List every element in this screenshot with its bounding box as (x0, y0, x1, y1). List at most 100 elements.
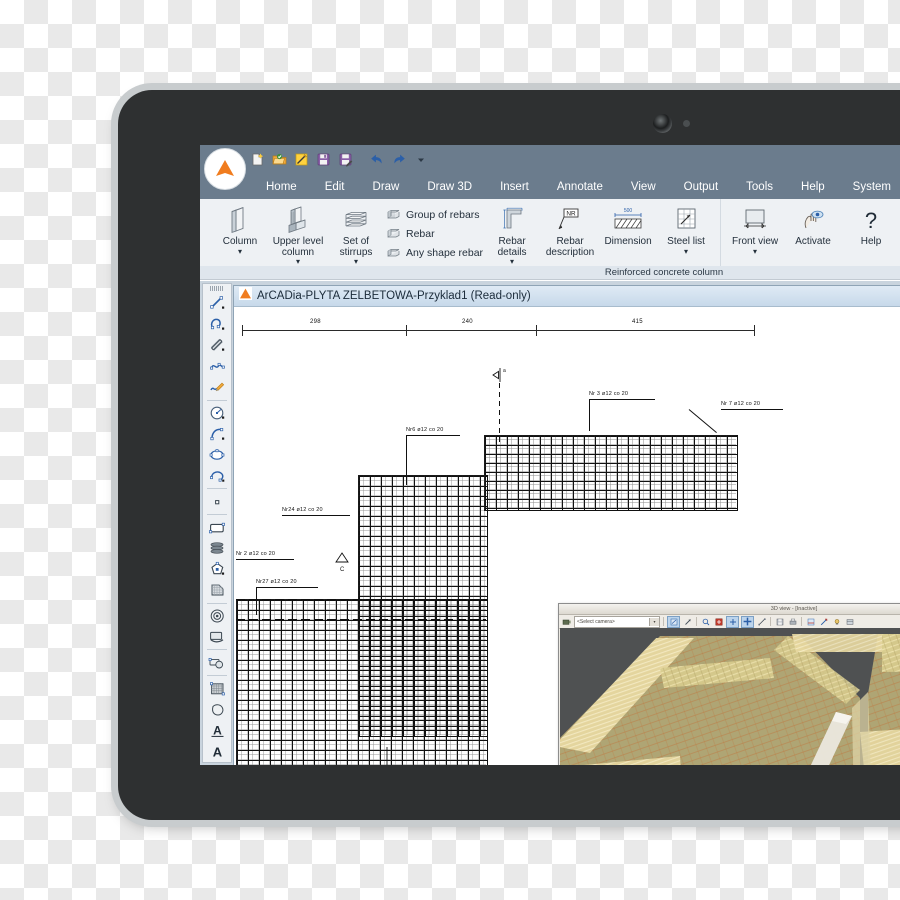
front-view-icon (741, 205, 769, 235)
multiline-text-tool-icon[interactable]: A (206, 720, 228, 741)
arc-tool-icon[interactable] (206, 423, 228, 444)
upper-level-column-button[interactable]: Upper level column ▾ (269, 203, 327, 267)
rebar-description-button[interactable]: NR Rebar description (541, 203, 599, 260)
wipeout-tool-icon[interactable] (206, 652, 228, 673)
steel-list-icon (673, 205, 699, 235)
front-view-button[interactable]: Front view ▾ (726, 203, 784, 257)
orbit-icon[interactable] (667, 615, 680, 628)
steel-list-button[interactable]: Steel list ▾ (657, 203, 715, 257)
save-icon[interactable] (314, 150, 333, 169)
column-button[interactable]: Column ▾ (211, 203, 269, 257)
tab-view[interactable]: View (617, 175, 670, 199)
toolbar-separator (770, 617, 771, 626)
save-as-icon[interactable] (336, 150, 355, 169)
toolbar-divider (207, 649, 227, 651)
wireframe-icon[interactable] (818, 617, 829, 627)
chevron-down-icon[interactable]: ▾ (354, 258, 358, 266)
any-shape-rebar-button[interactable]: Any shape rebar (385, 244, 483, 261)
set-of-stirrups-button[interactable]: Set of stirrups ▾ (327, 203, 385, 267)
dimension-label: Dimension (604, 236, 652, 247)
tab-system[interactable]: System (839, 175, 900, 199)
multiline-tool-icon[interactable] (206, 538, 228, 559)
spline-tool-icon[interactable] (206, 356, 228, 377)
rebar-description-label: Rebar description (545, 236, 595, 258)
tab-tools[interactable]: Tools (732, 175, 787, 199)
single-text-tool-icon[interactable]: A (206, 741, 228, 762)
toolbar-separator (696, 617, 697, 626)
chevron-down-icon[interactable]: ▾ (510, 258, 514, 266)
customize-qat-icon[interactable] (411, 150, 430, 169)
rebar-icon (385, 226, 402, 241)
tab-help[interactable]: Help (787, 175, 839, 199)
region-tool-icon[interactable] (206, 580, 228, 601)
application-menu-button[interactable] (204, 148, 246, 190)
chevron-down-icon[interactable]: ▾ (753, 247, 757, 255)
ellipse-tool-icon[interactable] (206, 444, 228, 465)
dimension-button[interactable]: 500 Dimension (599, 203, 657, 250)
dimension-tick (754, 325, 755, 336)
chevron-down-icon[interactable]: ▾ (649, 617, 659, 626)
freehand-tool-icon[interactable] (206, 377, 228, 398)
tab-edit[interactable]: Edit (311, 175, 359, 199)
camera-icon[interactable] (561, 617, 572, 627)
activate-button[interactable]: Activate (784, 203, 842, 250)
tab-draw[interactable]: Draw (359, 175, 414, 199)
tab-insert[interactable]: Insert (486, 175, 543, 199)
3d-render-viewport[interactable] (560, 628, 900, 765)
circle-tool-icon[interactable] (206, 403, 228, 424)
rebar-button[interactable]: Rebar (385, 225, 483, 242)
zoom-extents-icon[interactable] (700, 617, 711, 627)
revision-cloud-tool-icon[interactable] (206, 627, 228, 648)
double-line-tool-icon[interactable] (206, 335, 228, 356)
settings-view-icon[interactable] (844, 617, 855, 627)
tab-home[interactable]: Home (252, 175, 311, 199)
open-icon[interactable] (270, 150, 289, 169)
save-view-icon[interactable] (774, 617, 785, 627)
leader-line (282, 515, 350, 516)
zoom-window-icon[interactable] (713, 617, 724, 627)
tab-output[interactable]: Output (670, 175, 733, 199)
svg-text:A: A (213, 723, 222, 737)
help-question-icon: ? (859, 205, 883, 235)
group-of-rebars-button[interactable]: Group of rebars (385, 206, 483, 223)
hatch-tool-icon[interactable] (206, 678, 228, 699)
leader-line (688, 409, 717, 434)
tab-annotate[interactable]: Annotate (543, 175, 617, 199)
camera-select[interactable]: <Select camera> ▾ (574, 615, 660, 628)
chevron-down-icon[interactable]: ▾ (296, 258, 300, 266)
3d-view-window[interactable]: 3D view - [Inactive] <Select camera> ▾ (558, 603, 900, 765)
rebar-label: Nr24 ø12 co 20 (282, 507, 323, 513)
point-tool-icon[interactable] (206, 491, 228, 512)
dimension-tick (406, 325, 407, 336)
undo-icon[interactable] (367, 150, 386, 169)
polygon-tool-icon[interactable] (206, 559, 228, 580)
edit-icon[interactable] (292, 150, 311, 169)
line-tool-icon[interactable] (206, 293, 228, 314)
walk-icon[interactable] (726, 615, 739, 628)
dimension-tick (536, 325, 537, 336)
donut-tool-icon[interactable] (206, 606, 228, 627)
solid-fill-tool-icon[interactable] (206, 699, 228, 720)
new-icon[interactable] (248, 150, 267, 169)
bottom-dimension-arrow (379, 747, 395, 765)
redo-icon[interactable] (389, 150, 408, 169)
3d-view-title-bar[interactable]: 3D view - [Inactive] (559, 604, 900, 615)
move-camera-icon[interactable] (741, 615, 754, 628)
light-icon[interactable] (831, 617, 842, 627)
rectangle-tool-icon[interactable] (206, 517, 228, 538)
any-shape-rebar-label: Any shape rebar (406, 246, 484, 259)
toolbar-separator (801, 617, 802, 626)
print-view-icon[interactable] (787, 617, 798, 627)
rotate-camera-icon[interactable] (756, 617, 767, 627)
rebar-details-button[interactable]: Rebar details ▾ (483, 203, 541, 267)
help-button[interactable]: ? Help (842, 203, 900, 250)
elliptical-arc-tool-icon[interactable] (206, 465, 228, 486)
chevron-down-icon[interactable]: ▾ (238, 247, 242, 255)
polyline-tool-icon[interactable] (206, 314, 228, 335)
toolbar-drag-handle[interactable] (210, 286, 224, 291)
pan-icon[interactable] (682, 617, 693, 627)
shading-icon[interactable] (805, 617, 816, 627)
tab-draw-3d[interactable]: Draw 3D (413, 175, 486, 199)
svg-text:NR: NR (566, 210, 576, 217)
chevron-down-icon[interactable]: ▾ (684, 247, 688, 255)
